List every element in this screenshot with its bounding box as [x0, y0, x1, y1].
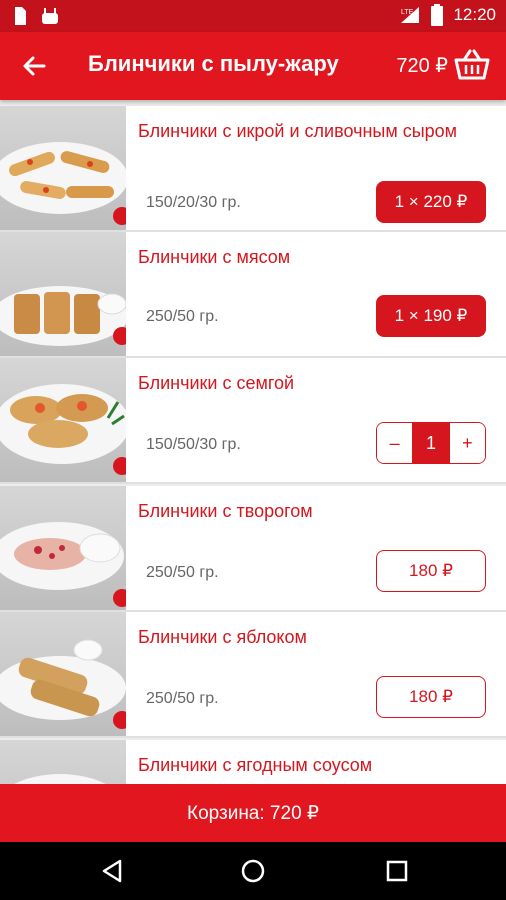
price-button[interactable]: 1 × 190 ₽ — [376, 295, 486, 337]
item-weight: 250/50 гр. — [146, 564, 219, 581]
quantity-stepper[interactable]: – 1 + — [376, 422, 486, 464]
dish-image — [0, 232, 126, 356]
list-item[interactable]: Блинчики с творогом 250/50 гр. 180 ₽ — [0, 486, 506, 612]
item-weight: 250/50 гр. — [146, 690, 219, 707]
product-list[interactable]: Блинчики с икрой и сливочным сыром 150/2… — [0, 100, 506, 784]
dish-image — [0, 358, 126, 482]
list-item[interactable]: Блинчики с семгой 150/50/30 гр. – 1 + — [0, 358, 506, 484]
list-item[interactable]: Блинчики с мясом 250/50 гр. 1 × 190 ₽ — [0, 232, 506, 358]
dish-image — [0, 486, 126, 610]
home-nav-icon[interactable] — [238, 856, 268, 886]
status-bar: LTE 12:20 — [0, 0, 506, 32]
item-weight: 150/50/30 гр. — [146, 436, 241, 453]
recents-nav-icon[interactable] — [382, 856, 412, 886]
price-button[interactable]: 180 ₽ — [376, 676, 486, 718]
network-label: LTE — [401, 9, 414, 16]
basket-icon[interactable] — [454, 48, 490, 82]
item-name: Блинчики с мясом — [138, 247, 291, 267]
item-weight: 250/50 гр. — [146, 308, 219, 325]
file-notification-icon — [15, 7, 26, 25]
dish-image — [0, 740, 126, 784]
battery-icon — [431, 4, 444, 26]
price-button[interactable]: 1 × 220 ₽ — [376, 181, 486, 223]
price-button[interactable]: 180 ₽ — [376, 550, 486, 592]
item-name: Блинчики с икрой и сливочным сыром — [138, 121, 458, 141]
list-item[interactable]: Блинчики с яблоком 250/50 гр. 180 ₽ — [0, 612, 506, 738]
cart-button[interactable]: Корзина: 720 ₽ — [0, 784, 506, 842]
increment-button[interactable]: + — [448, 423, 485, 463]
dish-image — [0, 612, 126, 736]
page-title: Блинчики с пылу-жару — [88, 51, 339, 76]
item-name: Блинчики с семгой — [138, 373, 295, 393]
item-name: Блинчики с ягодным соусом — [138, 755, 373, 775]
clock: 12:20 — [453, 5, 496, 24]
dish-image — [0, 106, 126, 230]
item-name: Блинчики с творогом — [138, 501, 313, 521]
back-arrow-icon[interactable] — [18, 50, 50, 82]
app-bar: Блинчики с пылу-жару 720 ₽ — [0, 32, 506, 100]
signal-icon: LTE — [401, 7, 420, 23]
cart-total[interactable]: 720 ₽ — [396, 53, 448, 78]
list-item[interactable]: Блинчики с икрой и сливочным сыром 150/2… — [0, 106, 506, 232]
quantity-value: 1 — [412, 423, 449, 463]
item-name: Блинчики с яблоком — [138, 627, 307, 647]
system-nav-bar — [0, 842, 506, 900]
item-weight: 150/20/30 гр. — [146, 194, 241, 211]
list-item[interactable]: Блинчики с ягодным соусом — [0, 740, 506, 784]
android-notification-icon — [42, 8, 58, 24]
back-nav-icon[interactable] — [98, 856, 128, 886]
decrement-button[interactable]: – — [377, 423, 413, 463]
